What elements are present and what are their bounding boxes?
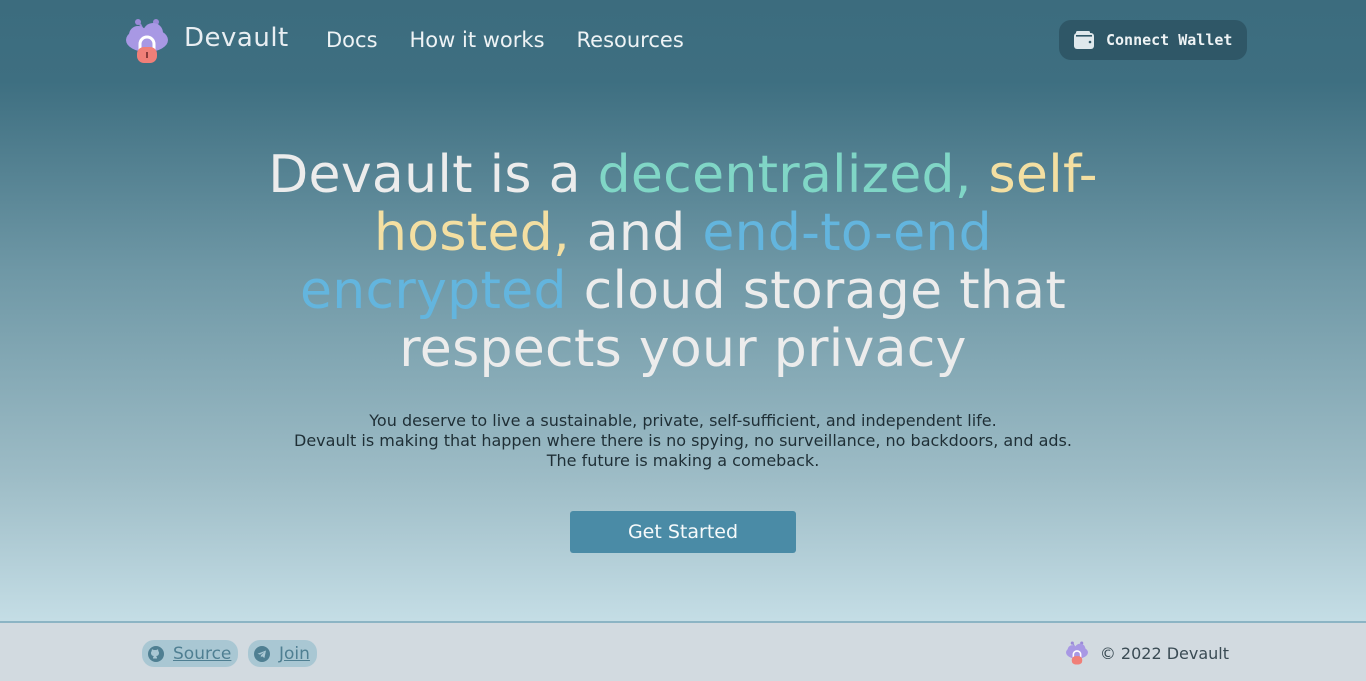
hero-text-part (972, 145, 989, 205)
brand-name: Devault (184, 23, 289, 53)
hero-text-part: Devault is a (268, 145, 598, 205)
subtext-line: Devault is making that happen where ther… (294, 431, 1072, 450)
get-started-button[interactable]: Get Started (570, 511, 796, 553)
wallet-icon (1074, 31, 1094, 49)
subtext-line: The future is making a comeback. (546, 451, 820, 470)
nav-how-it-works[interactable]: How it works (410, 28, 545, 52)
telegram-icon (254, 645, 270, 662)
site-header: Devault Docs How it works Resources Conn… (0, 0, 1366, 80)
hero-subtext: You deserve to live a sustainable, priva… (233, 411, 1133, 471)
nav-resources[interactable]: Resources (577, 28, 684, 52)
github-icon (148, 645, 164, 662)
devault-logo-icon (126, 19, 168, 63)
subtext-line: You deserve to live a sustainable, priva… (369, 411, 997, 430)
connect-wallet-button[interactable]: Connect Wallet (1059, 20, 1247, 60)
hero-text-part: and (569, 203, 703, 263)
copyright-text: © 2022 Devault (1099, 643, 1229, 663)
connect-wallet-label: Connect Wallet (1106, 31, 1233, 49)
hero-headline: Devault is a decentralized, self-hosted,… (233, 146, 1133, 378)
devault-logo-icon (1065, 641, 1088, 665)
hero-highlight-decentralized: decentralized, (597, 145, 972, 205)
join-link-label: Join (279, 643, 310, 664)
source-link[interactable]: Source (142, 640, 239, 667)
main-nav: Docs How it works Resources (326, 28, 684, 52)
site-footer: Source Join © 2022 Devault (0, 621, 1366, 681)
source-link-label: Source (173, 643, 232, 664)
logo-link[interactable]: Devault (124, 16, 289, 66)
footer-copyright-block: © 2022 Devault (1065, 639, 1229, 667)
nav-docs[interactable]: Docs (326, 28, 378, 52)
join-link[interactable]: Join (248, 640, 317, 667)
